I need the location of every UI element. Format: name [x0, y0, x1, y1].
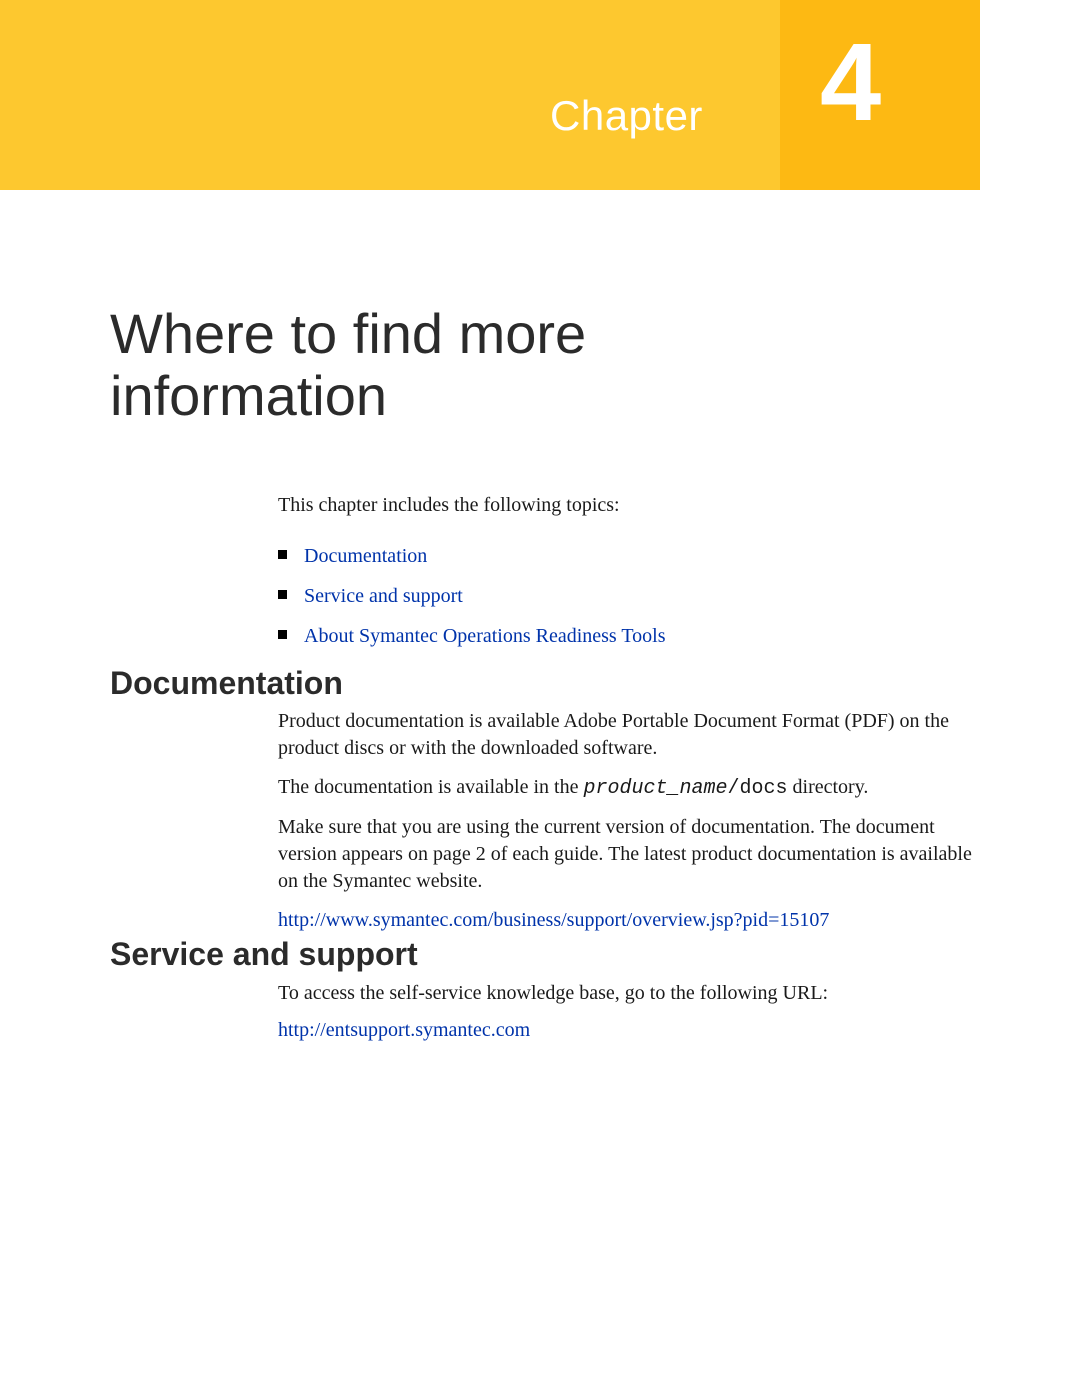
- document-page: Chapter 4 Where to find more information…: [0, 0, 1080, 1388]
- list-item: Service and support: [278, 582, 666, 610]
- chapter-banner: Chapter 4: [0, 0, 1080, 190]
- topic-link-sort[interactable]: About Symantec Operations Readiness Tool…: [304, 625, 666, 647]
- paragraph: Product documentation is available Adobe…: [278, 708, 980, 762]
- topic-link-service[interactable]: Service and support: [304, 585, 463, 607]
- code-path: product_name: [583, 777, 727, 800]
- text: The documentation is available in the: [278, 776, 583, 798]
- section-heading-documentation: Documentation: [110, 665, 343, 702]
- section-heading-service: Service and support: [110, 936, 418, 973]
- text: directory.: [788, 776, 869, 798]
- topics-list: Documentation Service and support About …: [278, 530, 666, 650]
- chapter-label: Chapter: [550, 92, 703, 140]
- paragraph: To access the self-service knowledge bas…: [278, 980, 980, 1007]
- page-title: Where to find more information: [110, 303, 870, 426]
- section-body-documentation: Product documentation is available Adobe…: [278, 708, 980, 946]
- list-item: Documentation: [278, 542, 666, 570]
- list-item: About Symantec Operations Readiness Tool…: [278, 622, 666, 650]
- paragraph: The documentation is available in the pr…: [278, 774, 980, 802]
- service-support-link[interactable]: http://entsupport.symantec.com: [278, 1019, 530, 1041]
- section-body-service: To access the self-service knowledge bas…: [278, 980, 980, 1054]
- chapter-number: 4: [820, 28, 881, 138]
- paragraph: Make sure that you are using the current…: [278, 814, 980, 895]
- doc-support-link[interactable]: http://www.symantec.com/business/support…: [278, 909, 829, 931]
- paragraph: http://entsupport.symantec.com: [278, 1017, 980, 1044]
- intro-text: This chapter includes the following topi…: [278, 494, 620, 517]
- topic-link-documentation[interactable]: Documentation: [304, 545, 427, 567]
- code-path: /docs: [728, 777, 788, 800]
- paragraph: http://www.symantec.com/business/support…: [278, 907, 980, 934]
